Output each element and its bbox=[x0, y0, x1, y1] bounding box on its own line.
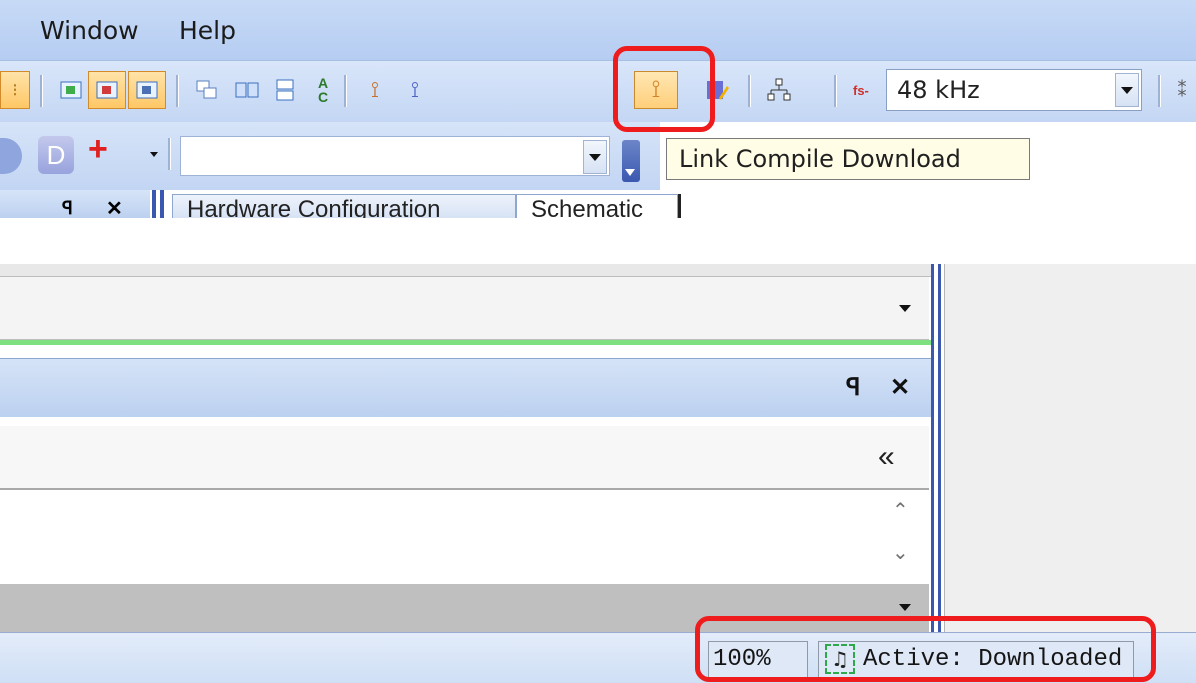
d-button[interactable]: D bbox=[38, 136, 74, 174]
search-input[interactable] bbox=[180, 136, 610, 176]
add-dropdown[interactable] bbox=[150, 152, 158, 157]
main-toolbar: ⁝ AC ⟟ ⟟ ⟟ fs- 48 kHz ⁑ bbox=[0, 60, 1196, 123]
link-compile-icon: ⟟ bbox=[410, 77, 420, 102]
tab-strip: ꟼ ✕ Hardware Configuration Schematic bbox=[0, 190, 1196, 218]
toolbar-separator bbox=[40, 75, 43, 107]
overflow-button[interactable]: ⁑ bbox=[1168, 71, 1196, 109]
close-icon[interactable]: ✕ bbox=[106, 196, 123, 218]
collapse-icon[interactable]: « bbox=[878, 440, 895, 474]
panel-accent-line bbox=[0, 340, 931, 345]
highlight-box bbox=[613, 46, 715, 132]
cascade-windows-icon bbox=[196, 80, 217, 99]
toolbar-overflow-button[interactable] bbox=[622, 140, 640, 182]
toolbar-separator bbox=[344, 75, 347, 107]
panel-title-bar: ꟼ ✕ bbox=[0, 190, 150, 218]
scroll-up-icon[interactable]: ⌃ bbox=[892, 498, 909, 523]
tab-schematic[interactable]: Schematic bbox=[516, 194, 678, 218]
panel-splitter[interactable] bbox=[931, 264, 934, 664]
tile-horizontal-icon bbox=[276, 79, 294, 101]
toolbar-separator bbox=[176, 75, 179, 107]
tab-divider bbox=[678, 194, 681, 218]
panel-splitter[interactable] bbox=[160, 190, 164, 218]
right-panel bbox=[944, 264, 1196, 647]
hierarchy-icon: ⁝ bbox=[12, 79, 18, 100]
chevron-down-icon bbox=[899, 305, 911, 312]
menu-window[interactable]: Window bbox=[40, 16, 139, 45]
tooltip: Link Compile Download bbox=[666, 138, 1030, 180]
panel-header: ꟼ ✕ bbox=[0, 358, 931, 417]
toolbar-separator bbox=[168, 138, 171, 170]
tab-hardware-configuration[interactable]: Hardware Configuration bbox=[172, 194, 516, 218]
spell-check-button[interactable]: AC bbox=[304, 71, 342, 109]
link-compile-button[interactable]: ⟟ bbox=[396, 71, 434, 109]
hierarchy-button[interactable]: ⁝ bbox=[0, 71, 30, 109]
tile-vertical-icon bbox=[235, 82, 259, 98]
cascade-button[interactable] bbox=[188, 71, 226, 109]
list-area[interactable]: ⌃ ⌄ bbox=[0, 490, 929, 578]
tooltip-text: Link Compile Download bbox=[679, 145, 961, 173]
c-button[interactable] bbox=[0, 138, 22, 174]
bottom-crop: ꟼ ✕ « ⌃ ⌄ 100% ♫ Active: Downloaded bbox=[0, 264, 1196, 683]
toolbar-separator bbox=[834, 75, 837, 107]
menu-help[interactable]: Help bbox=[179, 16, 236, 45]
highlight-box bbox=[695, 616, 1156, 682]
panel-dropdown[interactable] bbox=[0, 277, 929, 340]
chevron-down-icon bbox=[150, 152, 158, 157]
pin-icon[interactable]: ꟼ bbox=[846, 373, 860, 402]
chevron-down-icon bbox=[1121, 86, 1133, 94]
sample-rate-dropdown-button[interactable] bbox=[1115, 73, 1139, 107]
chevron-down-icon bbox=[589, 153, 601, 161]
tile-vertical-button[interactable] bbox=[228, 71, 266, 109]
window-layout-icon bbox=[136, 81, 158, 99]
add-button[interactable]: + bbox=[88, 130, 108, 169]
panel-strip bbox=[0, 264, 931, 277]
secondary-toolbar-bg: D + bbox=[0, 122, 660, 190]
layout-button-3[interactable] bbox=[128, 71, 166, 109]
search-dropdown-button[interactable] bbox=[583, 140, 607, 174]
gear-icon: ⁑ bbox=[1177, 79, 1187, 100]
top-crop: Window Help ⁝ AC ⟟ ⟟ ⟟ fs- 48 kHz ⁑ D + … bbox=[0, 0, 1196, 218]
scroll-down-icon[interactable]: ⌄ bbox=[892, 540, 909, 565]
menu-bar: Window Help bbox=[0, 0, 1196, 60]
window-layout-icon bbox=[60, 81, 82, 99]
collapse-row: « bbox=[0, 426, 929, 490]
link-button[interactable]: ⟟ bbox=[356, 71, 394, 109]
layout-button-2[interactable] bbox=[88, 71, 126, 109]
toolbar-separator bbox=[748, 75, 751, 107]
ac-convert-icon: AC bbox=[317, 75, 329, 105]
panel-splitter[interactable] bbox=[152, 190, 156, 218]
hierarchy-view-button[interactable] bbox=[760, 71, 798, 109]
tree-diagram-icon bbox=[767, 78, 791, 101]
sample-rate-select[interactable]: 48 kHz bbox=[886, 69, 1142, 111]
link-icon: ⟟ bbox=[370, 77, 380, 102]
layout-button-1[interactable] bbox=[52, 71, 90, 109]
pin-icon[interactable]: ꟼ bbox=[62, 198, 73, 218]
sample-rate-value: 48 kHz bbox=[897, 76, 980, 104]
panel-splitter[interactable] bbox=[938, 264, 941, 664]
window-layout-icon bbox=[96, 81, 118, 99]
close-icon[interactable]: ✕ bbox=[890, 373, 910, 402]
chevron-down-icon bbox=[899, 604, 911, 611]
sample-rate-prefix: fs- bbox=[853, 83, 869, 98]
toolbar-separator bbox=[1158, 75, 1161, 107]
chevron-down-icon bbox=[625, 169, 635, 176]
tile-horizontal-button[interactable] bbox=[266, 71, 304, 109]
